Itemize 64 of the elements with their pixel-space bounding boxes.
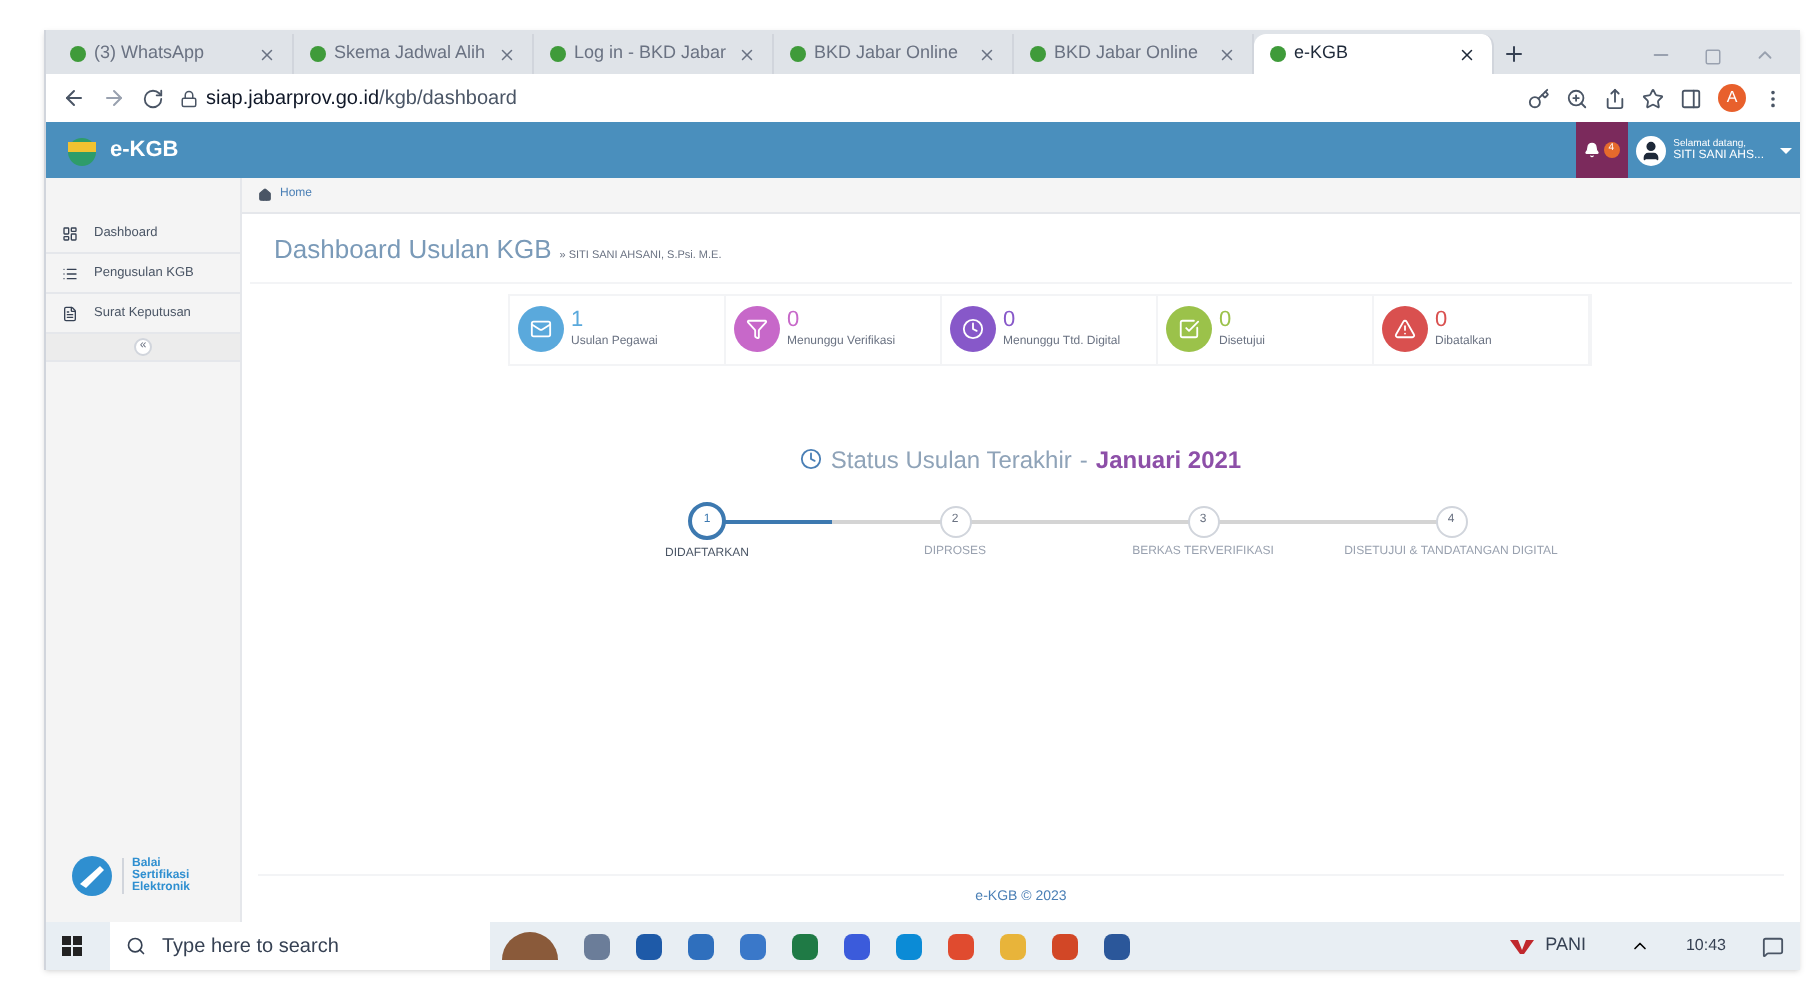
- app-icon[interactable]: [688, 933, 714, 959]
- separator-text: -: [1079, 443, 1088, 477]
- tab-title: BKD Jabar Online: [814, 40, 961, 67]
- pen-logo-icon: [70, 854, 114, 898]
- avatar-icon: [1635, 135, 1666, 165]
- notification-center-icon[interactable]: [1762, 935, 1784, 957]
- app-icon[interactable]: [740, 933, 766, 959]
- windows-icon[interactable]: [62, 936, 82, 956]
- status-period: Januari 2021: [1095, 443, 1242, 477]
- app-icon[interactable]: [792, 933, 818, 959]
- app-icon[interactable]: [1104, 933, 1130, 959]
- tray-logo-icon[interactable]: [1509, 938, 1534, 954]
- app-icon[interactable]: [1052, 933, 1078, 959]
- share-icon[interactable]: [1604, 87, 1626, 109]
- clock-icon: [800, 448, 823, 470]
- page-title: Dashboard Usulan KGB: [274, 232, 552, 268]
- tab-title: BKD Jabar Online: [1054, 40, 1201, 67]
- sidebar-item-icon: [62, 305, 78, 321]
- caret-icon: [1780, 147, 1792, 153]
- brand-name[interactable]: e-KGB: [110, 133, 179, 167]
- zoom-icon[interactable]: [1566, 87, 1588, 109]
- favicon-icon: [1030, 46, 1046, 62]
- app-icon[interactable]: [844, 933, 870, 959]
- browser-tab[interactable]: e-KGB: [1254, 34, 1494, 74]
- tray-label[interactable]: PANI: [1545, 932, 1586, 960]
- favicon-icon: [550, 46, 566, 62]
- star-icon[interactable]: [1642, 87, 1664, 109]
- sidebar-item-icon: [62, 225, 78, 241]
- status-title: Status Usulan Terakhir: [830, 443, 1072, 477]
- stat-value: 0: [1219, 307, 1234, 335]
- close-icon[interactable]: [1458, 45, 1476, 63]
- key-icon[interactable]: [1528, 87, 1550, 109]
- lock-icon: [180, 89, 198, 107]
- stat-value: 0: [1003, 307, 1018, 335]
- tab-title: (3) WhatsApp: [94, 40, 207, 67]
- profile-avatar[interactable]: A: [1718, 84, 1746, 112]
- clock-time[interactable]: 10:43: [1685, 934, 1726, 958]
- stat-value: 1: [571, 307, 586, 335]
- favicon-icon: [310, 46, 326, 62]
- reload-icon[interactable]: [142, 87, 164, 109]
- forward-icon[interactable]: [102, 86, 126, 110]
- logo-icon: [62, 134, 102, 166]
- tab-title: Skema Jadwal Alih: [334, 40, 488, 67]
- bell-icon: [1583, 142, 1600, 158]
- tab-title: e-KGB: [1294, 40, 1351, 67]
- back-icon[interactable]: [62, 86, 86, 110]
- search-icon: [126, 936, 146, 956]
- app-icon[interactable]: [948, 933, 974, 959]
- tab-title: Log in - BKD Jabar: [574, 40, 729, 67]
- app-icon[interactable]: [896, 933, 922, 959]
- taskbar-search-field[interactable]: Type here to search: [110, 922, 490, 970]
- favicon-icon: [790, 46, 806, 62]
- favicon-icon: [1270, 46, 1286, 62]
- home-icon: [258, 188, 272, 202]
- search-placeholder: Type here to search: [162, 933, 339, 961]
- favicon-icon: [70, 46, 86, 62]
- sidebar-item-icon: [62, 265, 78, 281]
- app-icon[interactable]: [584, 933, 610, 959]
- new-tab-icon[interactable]: [1502, 42, 1526, 66]
- stat-value: 0: [787, 307, 802, 335]
- side-panel-icon[interactable]: [1680, 87, 1702, 109]
- app-icon[interactable]: [636, 933, 662, 959]
- stat-value: 0: [1435, 307, 1450, 335]
- url-text[interactable]: siap.jabarprov.go.id/kgb/dashboard: [206, 83, 517, 113]
